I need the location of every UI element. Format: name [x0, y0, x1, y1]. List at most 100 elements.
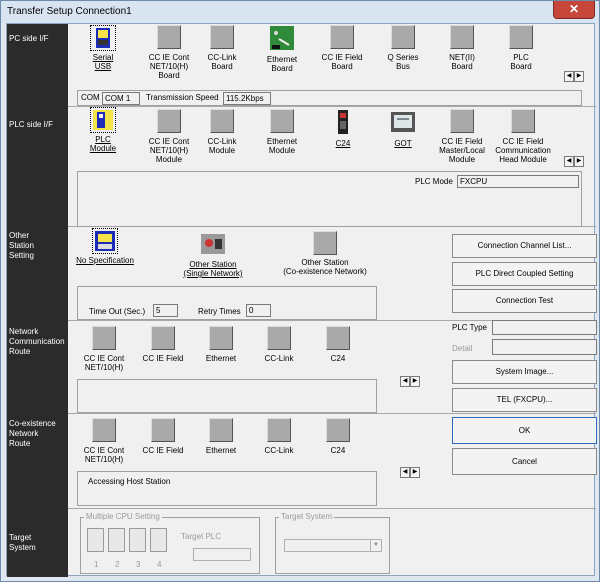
- route-scroll-left[interactable]: ◀: [400, 376, 410, 387]
- dialog-window: Transfer Setup Connection1 ✕ PC side I/F…: [0, 0, 600, 582]
- route-cc-ie-field[interactable]: CC IE Field: [139, 326, 187, 363]
- system-image-button[interactable]: System Image...: [452, 360, 597, 384]
- route-icon: [267, 418, 291, 442]
- coexist-scroll-right[interactable]: ▶: [410, 467, 420, 478]
- cpu-button-2[interactable]: [108, 528, 125, 552]
- plc-if-plc-module[interactable]: PLC Module: [83, 107, 123, 153]
- pc-if-label: Serial USB: [92, 53, 114, 71]
- tel-fxcpu-button[interactable]: TEL (FXCPU)...: [452, 388, 597, 412]
- coexist-scroll-left[interactable]: ◀: [400, 467, 410, 478]
- module-icon: [511, 109, 535, 133]
- module-icon: [270, 109, 294, 133]
- module-icon: [157, 109, 181, 133]
- target-system-select[interactable]: ▼: [284, 539, 382, 552]
- selection-frame: [92, 228, 118, 254]
- pc-if-serial-usb[interactable]: Serial USB: [83, 25, 123, 71]
- retry-field[interactable]: 0: [246, 304, 271, 317]
- plc-if-label: Ethernet Module: [266, 137, 298, 155]
- pc-if-ethernet-board[interactable]: Ethernet Board: [262, 25, 302, 73]
- multiple-cpu-label: Multiple CPU Setting: [84, 512, 162, 522]
- coexist-cc-link[interactable]: CC-Link: [257, 418, 301, 455]
- route-c24[interactable]: C24: [316, 326, 360, 363]
- coexist-cc-ie-cont[interactable]: CC IE Cont NET/10(H): [79, 418, 129, 464]
- other-no-specification[interactable]: No Specification: [73, 228, 137, 265]
- route-icon: [326, 418, 350, 442]
- com-panel: COM COM 1 Transmission Speed 115.2Kbps: [77, 90, 582, 106]
- plc-if-ethernet-module[interactable]: Ethernet Module: [262, 109, 302, 155]
- plc-if-cc-ie-field-head-module[interactable]: CC IE Field Communication Head Module: [494, 109, 552, 164]
- ok-button[interactable]: OK: [452, 417, 597, 444]
- pc-if-q-series-bus[interactable]: Q Series Bus: [383, 25, 423, 71]
- other-station-label: Other Station (Single Network): [183, 260, 243, 278]
- cpu-number: 4: [157, 560, 162, 569]
- com-port-field[interactable]: COM 1: [102, 92, 140, 105]
- pc-if-plc-board[interactable]: PLC Board: [501, 25, 541, 71]
- retry-label: Retry Times: [198, 307, 241, 316]
- plc-type-field: [492, 320, 597, 335]
- selection-frame: [90, 25, 116, 51]
- plc-if-label: PLC Module: [89, 135, 117, 153]
- connection-test-button[interactable]: Connection Test: [452, 289, 597, 313]
- window-title: Transfer Setup Connection1: [7, 6, 132, 17]
- pc-if-cc-ie-field-board[interactable]: CC IE Field Board: [320, 25, 364, 71]
- cancel-button[interactable]: Cancel: [452, 448, 597, 475]
- pc-if-cc-ie-cont-board[interactable]: CC IE Cont NET/10(H) Board: [140, 25, 198, 80]
- plc-direct-coupled-button[interactable]: PLC Direct Coupled Setting: [452, 262, 597, 286]
- cpu-button-4[interactable]: [150, 528, 167, 552]
- cpu-button-3[interactable]: [129, 528, 146, 552]
- route-cc-ie-cont[interactable]: CC IE Cont NET/10(H): [79, 326, 129, 372]
- plc-if-label: GOT: [394, 139, 412, 148]
- route-icon: [209, 418, 233, 442]
- timeout-field[interactable]: 5: [153, 304, 178, 317]
- plc-if-c24[interactable]: C24: [329, 109, 357, 148]
- accessing-panel: Accessing Host Station: [77, 471, 377, 506]
- coexist-cc-ie-field[interactable]: CC IE Field: [139, 418, 187, 455]
- other-station-coexist-network[interactable]: Other Station (Co-existence Network): [277, 231, 373, 276]
- target-plc-label: Target PLC: [181, 532, 222, 541]
- coexist-c24[interactable]: C24: [316, 418, 360, 455]
- cpu-number: 2: [115, 560, 120, 569]
- pc-if-net-ii-board[interactable]: NET(II) Board: [442, 25, 482, 71]
- other-station-single-network[interactable]: Other Station (Single Network): [173, 231, 253, 278]
- module-icon: [450, 109, 474, 133]
- plc-if-cc-ie-field-module[interactable]: CC IE Field Master/Local Module: [439, 109, 485, 164]
- close-button[interactable]: ✕: [553, 1, 595, 19]
- board-icon: [450, 25, 474, 49]
- pc-if-scroll-left[interactable]: ◀: [564, 71, 574, 82]
- target-plc-field[interactable]: [193, 548, 251, 561]
- route-scroll-right[interactable]: ▶: [410, 376, 420, 387]
- pc-if-label: CC IE Cont NET/10(H) Board: [148, 53, 190, 80]
- route-icon: [151, 326, 175, 350]
- board-icon: [157, 25, 181, 49]
- serial-usb-icon: [96, 28, 110, 48]
- plc-if-got[interactable]: GOT: [389, 109, 417, 148]
- speed-field[interactable]: 115.2Kbps: [223, 92, 271, 105]
- pc-if-scroll-right[interactable]: ▶: [574, 71, 584, 82]
- c24-module-icon: [338, 110, 348, 134]
- connection-channel-list-button[interactable]: Connection Channel List...: [452, 234, 597, 258]
- plc-if-cc-ie-cont-module[interactable]: CC IE Cont NET/10(H) Module: [140, 109, 198, 164]
- timeout-panel: Time Out (Sec.) 5 Retry Times 0: [77, 286, 377, 320]
- plc-if-label: CC IE Cont NET/10(H) Module: [148, 137, 190, 164]
- detail-field: [492, 339, 597, 355]
- route-info-panel: [77, 379, 377, 413]
- section-sidebar: PC side I/F PLC side I/F Other Station S…: [7, 24, 68, 577]
- section-plc-if: PLC side I/F: [9, 120, 54, 129]
- target-system-group: Target System ▼: [275, 512, 390, 574]
- coexist-ethernet[interactable]: Ethernet: [199, 418, 243, 455]
- route-ethernet[interactable]: Ethernet: [199, 326, 243, 363]
- title-bar: Transfer Setup Connection1 ✕: [1, 1, 599, 23]
- coexist-label: Ethernet: [205, 446, 237, 455]
- accessing-text: Accessing Host Station: [88, 477, 171, 486]
- route-cc-link[interactable]: CC-Link: [257, 326, 301, 363]
- plc-if-scroll-right[interactable]: ▶: [574, 156, 584, 167]
- pc-if-label: Ethernet Board: [266, 55, 298, 73]
- board-icon: [210, 25, 234, 49]
- single-network-icon: [201, 234, 225, 254]
- cpu-button-1[interactable]: [87, 528, 104, 552]
- pc-if-label: CC IE Field Board: [321, 53, 363, 71]
- pc-if-cc-link-board[interactable]: CC-Link Board: [202, 25, 242, 71]
- plc-if-cc-link-module[interactable]: CC-Link Module: [202, 109, 242, 155]
- plc-if-scroll-left[interactable]: ◀: [564, 156, 574, 167]
- plc-mode-field[interactable]: FXCPU: [457, 175, 579, 188]
